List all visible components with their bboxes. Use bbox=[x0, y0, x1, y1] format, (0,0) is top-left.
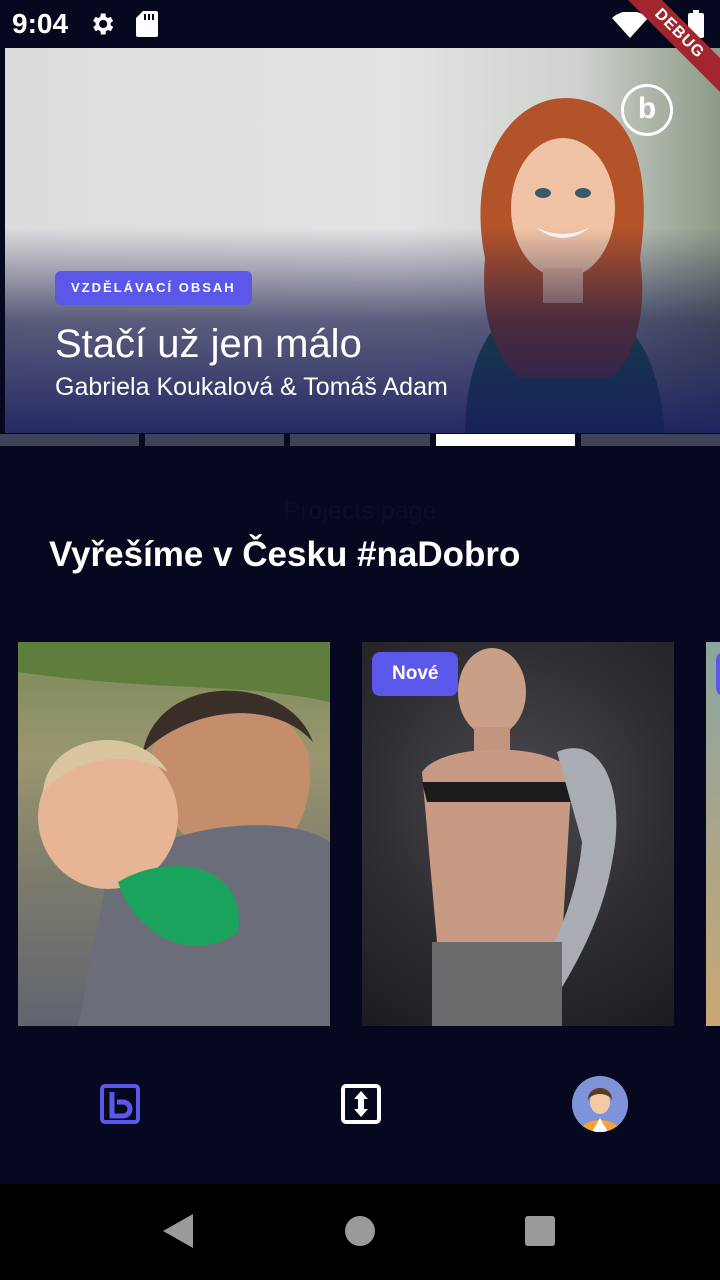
avatar[interactable] bbox=[572, 1076, 628, 1132]
section-title: Vyřešíme v Česku #naDobro bbox=[49, 535, 521, 574]
indicator-segment[interactable] bbox=[0, 434, 140, 446]
project-card-partial[interactable] bbox=[706, 642, 720, 1026]
project-image-prosthetic-arm bbox=[422, 648, 617, 1026]
hero-title: Stačí už jen málo bbox=[55, 322, 362, 366]
wifi-icon bbox=[612, 11, 648, 43]
content-category-tag: VZDĚLÁVACÍ OBSAH bbox=[55, 271, 252, 305]
bottom-navigation bbox=[0, 1040, 720, 1184]
indicator-segment-active[interactable] bbox=[435, 434, 575, 446]
new-badge: Nové bbox=[372, 652, 459, 696]
home-b-logo-icon[interactable] bbox=[100, 1084, 140, 1129]
page-label: Projects page bbox=[283, 497, 437, 525]
sd-card-icon bbox=[136, 11, 158, 42]
carousel-indicator bbox=[0, 434, 720, 446]
indicator-segment[interactable] bbox=[580, 434, 720, 446]
brand-logo-icon: b bbox=[621, 84, 673, 136]
system-navigation-bar bbox=[0, 1184, 720, 1280]
indicator-segment[interactable] bbox=[145, 434, 285, 446]
status-bar: 9:04 bbox=[0, 0, 720, 48]
badge-partial bbox=[716, 652, 720, 696]
project-image-father-son bbox=[18, 642, 330, 1026]
gear-icon bbox=[88, 10, 116, 43]
hero-banner[interactable]: b VZDĚLÁVACÍ OBSAH Stačí už jen málo Gab… bbox=[5, 48, 720, 433]
back-icon[interactable] bbox=[163, 1214, 193, 1253]
recent-apps-icon[interactable] bbox=[525, 1216, 555, 1246]
hero-subtitle: Gabriela Koukalová & Tomáš Adam bbox=[55, 373, 448, 401]
indicator-segment[interactable] bbox=[290, 434, 430, 446]
project-card[interactable]: Nové bbox=[362, 642, 674, 1026]
project-card[interactable] bbox=[18, 642, 330, 1026]
status-time: 9:04 bbox=[12, 8, 69, 39]
sort-arrows-icon[interactable] bbox=[341, 1084, 381, 1129]
home-icon[interactable] bbox=[345, 1216, 375, 1246]
